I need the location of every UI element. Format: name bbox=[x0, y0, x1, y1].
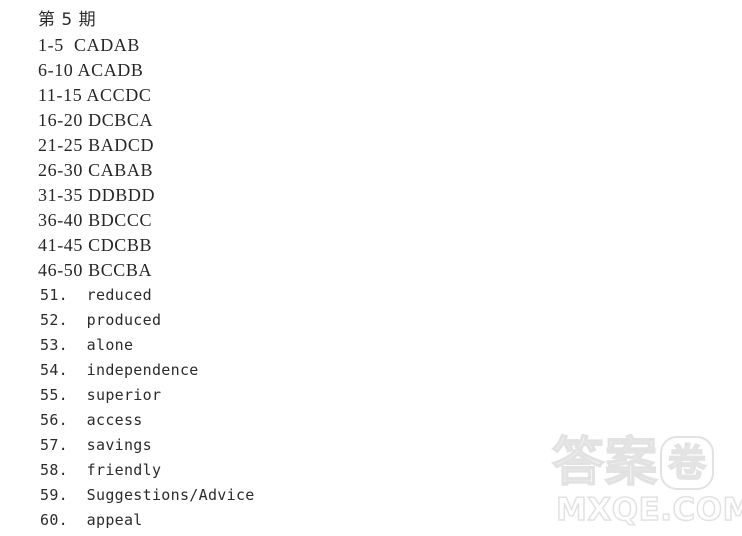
answer-key-line: 11-15 ACCDC bbox=[38, 85, 152, 105]
list-item: 59. Suggestions/Advice bbox=[40, 486, 255, 504]
list-item: 60. appeal bbox=[40, 511, 143, 529]
watermark-badge-char: 卷 bbox=[667, 441, 707, 485]
answer-key-line: 46-50 BCCBA bbox=[38, 260, 153, 280]
watermark-badge-icon: 卷 bbox=[660, 436, 715, 490]
answer-key-line: 36-40 BDCCC bbox=[38, 210, 153, 230]
list-item: 57. savings bbox=[40, 436, 152, 454]
list-item: 54. independence bbox=[40, 361, 199, 379]
answer-key-block: 1-5 CADAB 6-10 ACADB 11-15 ACCDC 16-20 D… bbox=[38, 33, 598, 283]
list-item: 58. friendly bbox=[40, 461, 162, 479]
list-item: 52. produced bbox=[40, 311, 162, 329]
list-item: 53. alone bbox=[40, 336, 134, 354]
answer-key-line: 41-45 CDCBB bbox=[38, 235, 153, 255]
answer-key-line: 6-10 ACADB bbox=[38, 60, 144, 80]
document-page: 第 5 期 1-5 CADAB 6-10 ACADB 11-15 ACCDC 1… bbox=[0, 0, 742, 536]
answer-key-line: 16-20 DCBCA bbox=[38, 110, 154, 130]
word-answer-list: 51. reduced 52. produced 53. alone 54. i… bbox=[38, 283, 598, 533]
list-item: 51. reduced bbox=[40, 286, 152, 304]
page-title: 第 5 期 bbox=[38, 10, 97, 30]
list-item: 56. access bbox=[40, 411, 143, 429]
answer-key-line: 21-25 BADCD bbox=[38, 135, 155, 155]
answer-key-line: 26-30 CABAB bbox=[38, 160, 154, 180]
document-body: 第 5 期 1-5 CADAB 6-10 ACADB 11-15 ACCDC 1… bbox=[38, 8, 598, 533]
list-item: 55. superior bbox=[40, 386, 162, 404]
answer-key-line: 1-5 CADAB bbox=[38, 35, 141, 55]
answer-key-line: 31-35 DDBDD bbox=[38, 185, 156, 205]
